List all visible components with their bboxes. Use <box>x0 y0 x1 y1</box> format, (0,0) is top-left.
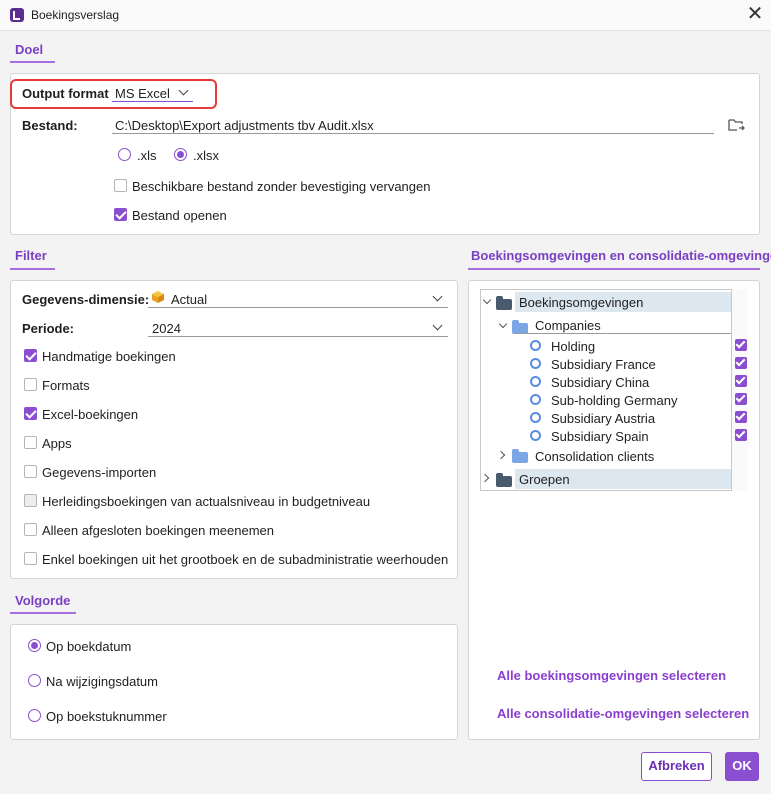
folder-browse-icon[interactable] <box>728 117 746 133</box>
close-icon[interactable]: ✕ <box>745 3 765 25</box>
tree-divider <box>515 333 731 334</box>
periode-value: 2024 <box>152 321 181 336</box>
volgorde-radio-label: Op boekstuknummer <box>46 709 167 724</box>
xlsx-radio[interactable] <box>174 148 187 161</box>
doel-section-underline <box>10 61 55 63</box>
bestand-value: C:\Desktop\Export adjustments tbv Audit.… <box>115 118 374 133</box>
tree-entity-checkbox[interactable] <box>735 429 747 441</box>
filter-checkbox-label: Gegevens-importen <box>42 465 157 480</box>
omgevingen-section-label: Boekingsomgevingen en consolidatie-omgev… <box>471 248 771 263</box>
filter-checkbox-herleiding[interactable] <box>24 494 37 507</box>
tree-entity-label[interactable]: Subsidiary Spain <box>551 429 649 444</box>
filter-section-label: Filter <box>15 248 47 263</box>
filter-checkbox-excel[interactable] <box>24 407 37 420</box>
tree-entity-checkbox[interactable] <box>735 339 747 351</box>
filter-checkbox-label: Herleidingsboekingen van actualsniveau i… <box>42 494 371 509</box>
filter-checkbox-apps[interactable] <box>24 436 37 449</box>
volgorde-radio-boekstuknummer[interactable] <box>28 709 41 722</box>
filter-checkbox-label: Excel-boekingen <box>42 407 139 422</box>
folder-icon <box>512 449 528 463</box>
filter-checkbox-label: Apps <box>42 436 72 451</box>
volgorde-radio-label: Na wijzigingsdatum <box>46 674 158 689</box>
open-file-checkbox-label: Bestand openen <box>132 208 227 223</box>
ok-button[interactable]: OK <box>725 752 759 781</box>
window-title: Boekingsverslag <box>31 8 120 22</box>
tree-root-boekingsomgevingen[interactable]: Boekingsomgevingen <box>519 295 643 310</box>
volgorde-radio-boekdatum[interactable] <box>28 639 41 652</box>
volgorde-radio-wijzigingsdatum[interactable] <box>28 674 41 687</box>
filter-section-underline <box>10 268 55 270</box>
tree-entity-checkbox[interactable] <box>735 375 747 387</box>
xlsx-radio-label: .xlsx <box>193 148 219 163</box>
volgorde-section-label: Volgorde <box>15 593 71 608</box>
output-format-highlight <box>10 79 217 109</box>
filter-checkbox-label: Enkel boekingen uit het grootboek en de … <box>42 552 449 567</box>
entity-node-icon <box>530 376 541 387</box>
replace-checkbox[interactable] <box>114 179 127 192</box>
bestand-label: Bestand: <box>22 118 78 133</box>
tree-scrollbar[interactable] <box>731 289 748 491</box>
periode-select[interactable] <box>148 317 448 337</box>
tree-node-consolidation[interactable]: Consolidation clients <box>535 449 654 464</box>
folder-icon <box>496 296 512 310</box>
entity-node-icon <box>530 340 541 351</box>
filter-checkbox-grootboek[interactable] <box>24 552 37 565</box>
open-file-checkbox[interactable] <box>114 208 127 221</box>
tree-node-companies[interactable]: Companies <box>535 318 601 333</box>
filter-checkbox-label: Alleen afgesloten boekingen meenemen <box>42 523 275 538</box>
filter-checkbox-afgesloten[interactable] <box>24 523 37 536</box>
select-all-consolidation-link[interactable]: Alle consolidatie-omgevingen selecteren <box>497 706 749 721</box>
app-logo-icon <box>10 8 24 22</box>
tree-entity-checkbox[interactable] <box>735 411 747 423</box>
xls-radio[interactable] <box>118 148 131 161</box>
replace-checkbox-label: Beschikbare bestand zonder bevestiging v… <box>132 179 431 194</box>
entity-node-icon <box>530 412 541 423</box>
folder-icon <box>496 473 512 487</box>
tree-entity-checkbox[interactable] <box>735 357 747 369</box>
filter-checkbox-handmatige[interactable] <box>24 349 37 362</box>
tree-entity-label[interactable]: Sub-holding Germany <box>551 393 677 408</box>
xls-radio-label: .xls <box>137 148 157 163</box>
filter-checkbox-label: Formats <box>42 378 90 393</box>
entity-node-icon <box>530 358 541 369</box>
tree-entity-label[interactable]: Holding <box>551 339 595 354</box>
cancel-button[interactable]: Afbreken <box>641 752 712 781</box>
tree-entity-label[interactable]: Subsidiary China <box>551 375 649 390</box>
periode-label: Periode: <box>22 321 75 336</box>
volgorde-radio-label: Op boekdatum <box>46 639 132 654</box>
entity-node-icon <box>530 394 541 405</box>
entity-node-icon <box>530 430 541 441</box>
cube-icon <box>152 291 164 303</box>
volgorde-section-underline <box>10 612 76 614</box>
filter-checkbox-label: Handmatige boekingen <box>42 349 176 364</box>
dimensie-label: Gegevens-dimensie: <box>22 292 150 307</box>
tree-entity-label[interactable]: Subsidiary France <box>551 357 656 372</box>
dimensie-value: Actual <box>171 292 208 307</box>
tree-entity-label[interactable]: Subsidiary Austria <box>551 411 655 426</box>
select-all-booking-link[interactable]: Alle boekingsomgevingen selecteren <box>497 668 726 683</box>
filter-checkbox-importen[interactable] <box>24 465 37 478</box>
doel-section-label: Doel <box>15 42 44 57</box>
omgevingen-section-underline <box>468 268 760 270</box>
tree-entity-checkbox[interactable] <box>735 393 747 405</box>
filter-checkbox-formats[interactable] <box>24 378 37 391</box>
tree-root-groepen[interactable]: Groepen <box>519 472 570 487</box>
